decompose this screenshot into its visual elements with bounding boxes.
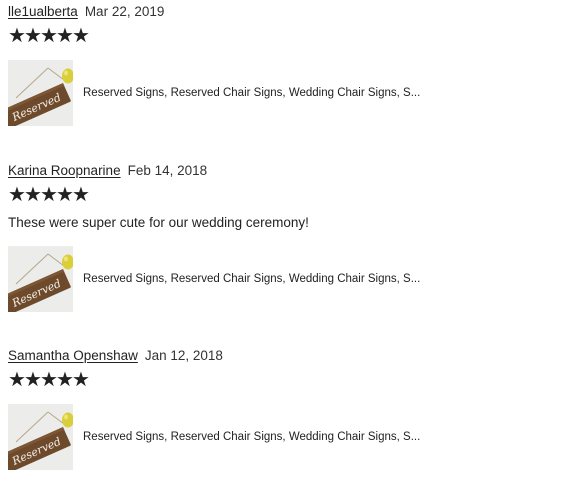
review-card: Karina Roopnarine Feb 14, 2018 ★★★★★ Thes… bbox=[8, 161, 562, 312]
reviewer-name-link[interactable]: Karina Roopnarine bbox=[8, 163, 121, 178]
star-rating: ★★★★★ bbox=[8, 185, 562, 205]
star-icon: ★ bbox=[72, 25, 90, 47]
item-title-link[interactable]: Reserved Signs, Reserved Chair Signs, We… bbox=[83, 429, 420, 445]
reserved-sign-image: Reserved bbox=[8, 404, 73, 470]
star-icon: ★ bbox=[56, 25, 74, 47]
star-icon: ★ bbox=[56, 184, 74, 206]
purchased-item-link[interactable]: Reserved Reserved Signs, Reserved Chair … bbox=[8, 246, 562, 312]
star-icon: ★ bbox=[56, 369, 74, 391]
star-icon: ★ bbox=[8, 369, 26, 391]
star-icon: ★ bbox=[24, 25, 42, 47]
purchased-item-link[interactable]: Reserved Reserved Signs, Reserved Chair … bbox=[8, 60, 562, 126]
star-icon: ★ bbox=[40, 184, 58, 206]
review-card: Samantha Openshaw Jan 12, 2018 ★★★★★ Rese… bbox=[8, 346, 562, 470]
reserved-sign-image: Reserved bbox=[8, 246, 73, 312]
item-title-link[interactable]: Reserved Signs, Reserved Chair Signs, We… bbox=[83, 85, 420, 101]
star-icon: ★ bbox=[40, 25, 58, 47]
item-thumbnail[interactable]: Reserved bbox=[8, 246, 73, 312]
star-rating: ★★★★★ bbox=[8, 370, 562, 390]
star-icon: ★ bbox=[8, 25, 26, 47]
review-date: Feb 14, 2018 bbox=[127, 163, 208, 178]
star-icon: ★ bbox=[24, 184, 42, 206]
review-card: lle1ualberta Mar 22, 2019 ★★★★★ Reserved … bbox=[8, 2, 562, 126]
review-meta: Samantha Openshaw Jan 12, 2018 bbox=[8, 346, 562, 366]
star-icon: ★ bbox=[8, 184, 26, 206]
reviewer-name-link[interactable]: lle1ualberta bbox=[8, 4, 78, 19]
star-icon: ★ bbox=[40, 369, 58, 391]
item-title-link[interactable]: Reserved Signs, Reserved Chair Signs, We… bbox=[83, 271, 420, 287]
reviewer-name-link[interactable]: Samantha Openshaw bbox=[8, 348, 138, 363]
purchased-item-link[interactable]: Reserved Reserved Signs, Reserved Chair … bbox=[8, 404, 562, 470]
reserved-sign-image: Reserved bbox=[8, 60, 73, 126]
star-icon: ★ bbox=[72, 369, 90, 391]
star-rating: ★★★★★ bbox=[8, 26, 562, 46]
star-icon: ★ bbox=[72, 184, 90, 206]
item-thumbnail[interactable]: Reserved bbox=[8, 404, 73, 470]
review-meta: Karina Roopnarine Feb 14, 2018 bbox=[8, 161, 562, 181]
item-thumbnail[interactable]: Reserved bbox=[8, 60, 73, 126]
star-icon: ★ bbox=[24, 369, 42, 391]
review-text: These were super cute for our wedding ce… bbox=[8, 215, 309, 230]
review-date: Jan 12, 2018 bbox=[144, 348, 223, 363]
review-date: Mar 22, 2019 bbox=[84, 4, 165, 19]
review-meta: lle1ualberta Mar 22, 2019 bbox=[8, 2, 562, 22]
